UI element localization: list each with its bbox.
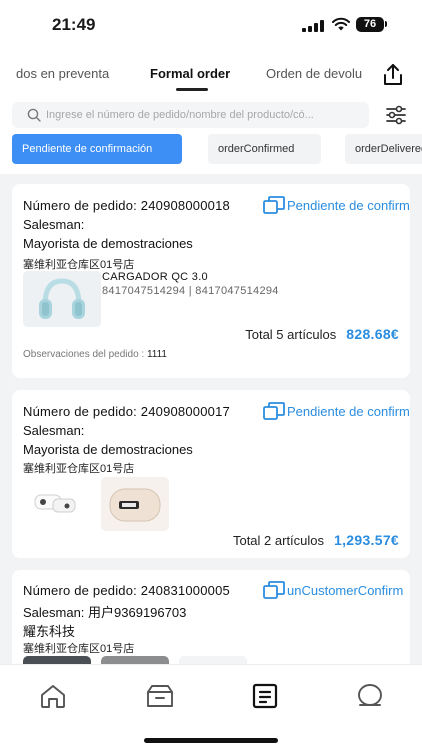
order-number: Número de pedido: 240908000017 (23, 404, 230, 419)
status-bar: 21:49 76 (0, 0, 422, 50)
copy-icon[interactable] (263, 402, 285, 420)
home-icon[interactable] (38, 681, 68, 711)
product-name: CARGADOR QC 3.0 (102, 271, 208, 283)
order-status[interactable]: Pendiente de confirmación (263, 196, 410, 214)
cellular-signal-icon (302, 20, 324, 32)
box-icon[interactable] (145, 681, 175, 711)
chip-order-delivered[interactable]: orderDelivered (345, 134, 422, 164)
earbuds-box-icon (109, 488, 161, 522)
customer-name: Mayorista de demostraciones (23, 442, 193, 457)
chip-order-confirmed[interactable]: orderConfirmed (208, 134, 321, 164)
salesman-label: Salesman: 用户9369196703 (23, 605, 187, 620)
home-indicator (144, 738, 278, 743)
total-amount: 828.68€ (346, 326, 399, 342)
customer-name: Mayorista de demostraciones (23, 236, 193, 251)
product-code: 8417047514294 | 8417047514294 (102, 285, 279, 297)
warehouse-name: 塞维利亚仓库区01号店 (23, 463, 135, 475)
search-input[interactable] (46, 102, 364, 128)
order-remarks: Observaciones del pedido : 1111 (23, 349, 167, 360)
total-items-label: Total 2 artículos (232, 533, 325, 548)
order-status[interactable]: Pendiente de confirmación (263, 402, 410, 420)
wifi-icon (332, 17, 350, 31)
tab-formal-order[interactable]: Formal order (150, 66, 230, 81)
filter-settings-icon[interactable] (384, 104, 408, 126)
order-status[interactable]: unCustomerConfirm (263, 581, 403, 599)
header-area: 21:49 76 dos en preventa Formal order Or… (0, 0, 422, 174)
earbuds-case-icon (34, 494, 76, 513)
order-tabs: dos en preventa Formal order Orden de de… (0, 58, 370, 94)
copy-icon[interactable] (263, 581, 285, 599)
order-number: Número de pedido: 240831000005 (23, 583, 230, 598)
active-tab-indicator (176, 88, 208, 91)
warehouse-name: 塞维利亚仓库区01号店 (23, 643, 135, 655)
tab-return-order[interactable]: Orden de devolu (266, 66, 362, 81)
chip-pending-confirmation[interactable]: Pendiente de confirmación (12, 134, 182, 164)
order-card[interactable]: Número de pedido: 240908000018 Pendiente… (12, 184, 410, 378)
battery-cap (385, 21, 387, 27)
remarks-label: Observaciones del pedido : (23, 349, 145, 360)
search-icon (27, 108, 41, 122)
order-status-label: Pendiente de confirmación (287, 197, 410, 213)
headphones-icon (23, 271, 101, 327)
warehouse-name: 塞维利亚仓库区01号店 (23, 259, 135, 271)
profile-icon[interactable] (355, 681, 385, 711)
total-items-label: Total 5 artículos (245, 327, 337, 342)
order-number: Número de pedido: 240908000018 (23, 198, 230, 213)
tab-presale-orders[interactable]: dos en preventa (16, 66, 109, 81)
copy-icon[interactable] (263, 196, 285, 214)
share-icon[interactable] (380, 62, 406, 88)
total-amount: 1,293.57€ (334, 532, 399, 548)
search-bar (12, 102, 369, 128)
order-status-label: unCustomerConfirm (287, 582, 404, 598)
clock: 21:49 (52, 15, 96, 34)
salesman-label: Salesman: (23, 423, 85, 438)
salesman-label: Salesman: (23, 217, 85, 232)
product-thumbnail[interactable] (23, 271, 101, 327)
status-filter-chips: Pendiente de confirmación orderConfirmed… (0, 134, 422, 166)
battery-icon: 76 (356, 17, 384, 32)
order-total: Total 2 artículos 1,293.57€ (233, 532, 399, 548)
order-total: Total 5 artículos 828.68€ (245, 326, 399, 342)
order-card[interactable]: Número de pedido: 240908000017 Pendiente… (12, 390, 410, 558)
product-thumbnail[interactable] (23, 477, 91, 531)
order-status-label: Pendiente de confirmación (287, 403, 410, 419)
customer-name: 耀东科技 (23, 624, 76, 639)
product-thumbnail[interactable] (101, 477, 169, 531)
order-card[interactable]: Número de pedido: 240831000005 unCustome… (12, 570, 410, 670)
remarks-value: 1111 (146, 349, 167, 360)
orders-icon[interactable] (250, 681, 280, 711)
